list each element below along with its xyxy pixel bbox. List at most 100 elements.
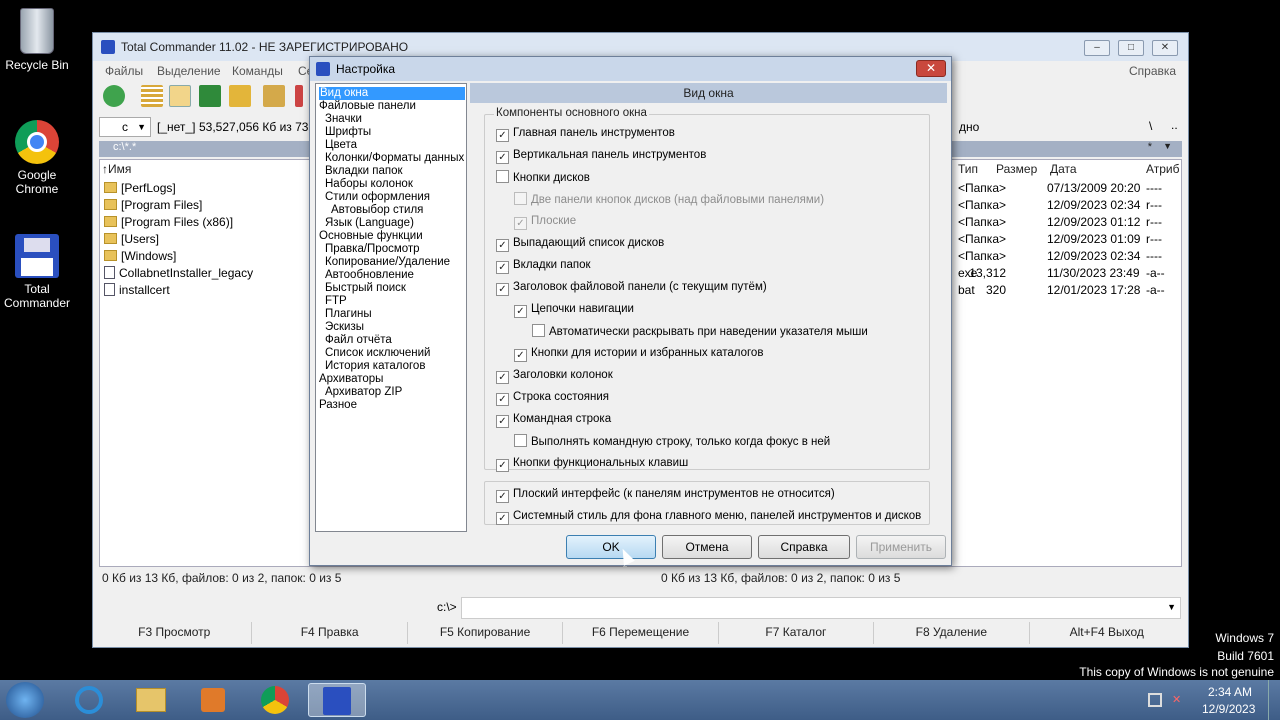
checkbox-box[interactable]: ✓ xyxy=(496,129,509,142)
tree-item[interactable]: Вид окна xyxy=(319,87,465,100)
checkbox-box[interactable]: ✓ xyxy=(496,151,509,164)
tree-item[interactable]: Наборы колонок xyxy=(325,178,413,191)
checkbox-box[interactable]: ✓ xyxy=(514,349,527,362)
full-view-icon[interactable] xyxy=(169,85,191,107)
brief-view-icon[interactable] xyxy=(141,85,163,107)
menu-commands[interactable]: Команды xyxy=(232,64,283,78)
option-checkbox[interactable]: ✓ Цепочки навигации xyxy=(514,302,634,318)
ok-button[interactable]: OK xyxy=(566,535,656,559)
tree-item[interactable]: Архиваторы xyxy=(319,373,383,386)
taskbar-chrome[interactable] xyxy=(246,683,304,717)
checkbox-box[interactable]: ✓ xyxy=(514,305,527,318)
checkbox-box[interactable]: ✓ xyxy=(496,283,509,296)
file-row[interactable]: [Windows] xyxy=(104,249,176,266)
taskbar-media-player[interactable] xyxy=(184,683,242,717)
clock-time[interactable]: 2:34 AM xyxy=(1208,685,1252,699)
checkbox-box[interactable]: ✓ xyxy=(496,415,509,428)
option-checkbox[interactable]: ✓ Плоский интерфейс (к панелям инструмент… xyxy=(496,487,835,503)
tree-item[interactable]: FTP xyxy=(325,295,347,308)
tree-item[interactable]: Плагины xyxy=(325,308,372,321)
tree-item[interactable]: Вкладки папок xyxy=(325,165,403,178)
tree-item[interactable]: Значки xyxy=(325,113,362,126)
option-checkbox[interactable]: ✓ Системный стиль для фона главного меню,… xyxy=(496,509,921,525)
taskbar-explorer[interactable] xyxy=(122,683,180,717)
tree-item[interactable]: Цвета xyxy=(325,139,357,152)
option-checkbox[interactable]: ✓ Главная панель инструментов xyxy=(496,126,675,142)
option-checkbox[interactable]: ✓ Плоские xyxy=(514,214,576,230)
f4-edit-button[interactable]: F4 Правка xyxy=(252,622,408,644)
f5-copy-button[interactable]: F5 Копирование xyxy=(408,622,564,644)
tree-item[interactable]: Быстрый поиск xyxy=(325,282,406,295)
file-row[interactable]: [Program Files] xyxy=(104,198,202,215)
help-button[interactable]: Справка xyxy=(758,535,850,559)
file-row[interactable]: [Users] xyxy=(104,232,159,249)
tree-item[interactable]: Язык (Language) xyxy=(325,217,414,230)
file-row[interactable]: [PerfLogs] xyxy=(104,181,176,198)
tree-item[interactable]: Правка/Просмотр xyxy=(325,243,420,256)
tree-item[interactable]: Колонки/Форматы данных xyxy=(325,152,464,165)
column-header-attr[interactable]: Атриб xyxy=(1146,162,1180,180)
dialog-titlebar[interactable]: Настройка ✕ xyxy=(310,57,951,81)
parent-dir-button[interactable]: .. xyxy=(1171,118,1178,132)
command-input[interactable]: ▼ xyxy=(461,597,1181,619)
f3-view-button[interactable]: F3 Просмотр xyxy=(97,622,253,644)
f8-delete-button[interactable]: F8 Удаление xyxy=(874,622,1030,644)
taskbar-ie[interactable] xyxy=(60,683,118,717)
network-icon[interactable] xyxy=(1148,693,1162,707)
checkbox-box[interactable]: ✓ xyxy=(496,459,509,472)
tree-item[interactable]: Стили оформления xyxy=(325,191,430,204)
toolbar-icon[interactable] xyxy=(295,85,303,107)
option-checkbox[interactable]: ✓ Строка состояния xyxy=(496,390,609,406)
checkbox-box[interactable]: ✓ xyxy=(496,393,509,406)
history-dropdown-icon[interactable]: ▼ xyxy=(1163,141,1172,151)
tree-item[interactable]: Копирование/Удаление xyxy=(325,256,450,269)
tree-item[interactable]: Автовыбор стиля xyxy=(331,204,423,217)
settings-tree[interactable]: Вид окна Файловые панели Значки Шрифты Цвета… xyxy=(315,83,467,532)
refresh-icon[interactable] xyxy=(103,85,125,107)
menu-files[interactable]: Файлы xyxy=(105,64,143,78)
checkbox-box[interactable]: ✓ xyxy=(496,512,509,525)
checkbox-box[interactable] xyxy=(514,192,527,205)
file-row[interactable]: CollabnetInstaller_legacy xyxy=(104,266,253,283)
checkbox-box[interactable]: ✓ xyxy=(496,371,509,384)
sync-dirs-icon[interactable] xyxy=(263,85,285,107)
option-checkbox[interactable]: Кнопки дисков xyxy=(496,170,590,186)
f6-move-button[interactable]: F6 Перемещение xyxy=(563,622,719,644)
tree-item[interactable]: Автообновление xyxy=(325,269,414,282)
option-checkbox[interactable]: Автоматически раскрывать при наведении у… xyxy=(532,324,868,340)
tree-view-icon[interactable] xyxy=(229,85,251,107)
checkbox-box[interactable]: ✓ xyxy=(514,217,527,230)
cancel-button[interactable]: Отмена xyxy=(662,535,752,559)
file-row[interactable]: installcert xyxy=(104,283,170,300)
tree-item[interactable]: Разное xyxy=(319,399,357,412)
favorites-icon[interactable]: * xyxy=(1148,141,1152,153)
option-checkbox[interactable]: ✓ Командная строка xyxy=(496,412,611,428)
tree-item[interactable]: Файл отчёта xyxy=(325,334,392,347)
tree-item[interactable]: Список исключений xyxy=(325,347,430,360)
option-checkbox[interactable]: Выполнять командную строку, только когда… xyxy=(514,434,830,450)
option-checkbox[interactable]: ✓ Заголовки колонок xyxy=(496,368,613,384)
clock-date[interactable]: 12/9/2023 xyxy=(1202,702,1255,716)
checkbox-box[interactable]: ✓ xyxy=(496,261,509,274)
checkbox-box[interactable]: ✓ xyxy=(496,490,509,503)
minimize-button[interactable]: – xyxy=(1084,40,1110,56)
apply-button[interactable]: Применить xyxy=(856,535,946,559)
option-checkbox[interactable]: ✓ Вкладки папок xyxy=(496,258,591,274)
option-checkbox[interactable]: ✓ Кнопки функциональных клавиш xyxy=(496,456,688,472)
checkbox-box[interactable] xyxy=(496,170,509,183)
option-checkbox[interactable]: ✓ Заголовок файловой панели (с текущим пу… xyxy=(496,280,767,296)
desktop-icon-chrome[interactable]: Google Chrome xyxy=(0,120,74,196)
thumbnail-view-icon[interactable] xyxy=(199,85,221,107)
maximize-button[interactable]: □ xyxy=(1118,40,1144,56)
tree-item[interactable]: Эскизы xyxy=(325,321,364,334)
file-row[interactable]: [Program Files (x86)] xyxy=(104,215,233,232)
show-desktop-button[interactable] xyxy=(1268,680,1280,720)
menu-help[interactable]: Справка xyxy=(1129,64,1176,78)
checkbox-box[interactable] xyxy=(514,434,527,447)
option-checkbox[interactable]: ✓ Выпадающий список дисков xyxy=(496,236,664,252)
command-history-dropdown-icon[interactable]: ▼ xyxy=(1167,602,1176,612)
column-header-name[interactable]: ↑Имя xyxy=(102,162,131,180)
column-header-date[interactable]: Дата xyxy=(1050,162,1077,180)
desktop-icon-total-commander[interactable]: Total Commander xyxy=(0,234,74,310)
volume-muted-icon[interactable]: ✕ xyxy=(1172,693,1186,707)
